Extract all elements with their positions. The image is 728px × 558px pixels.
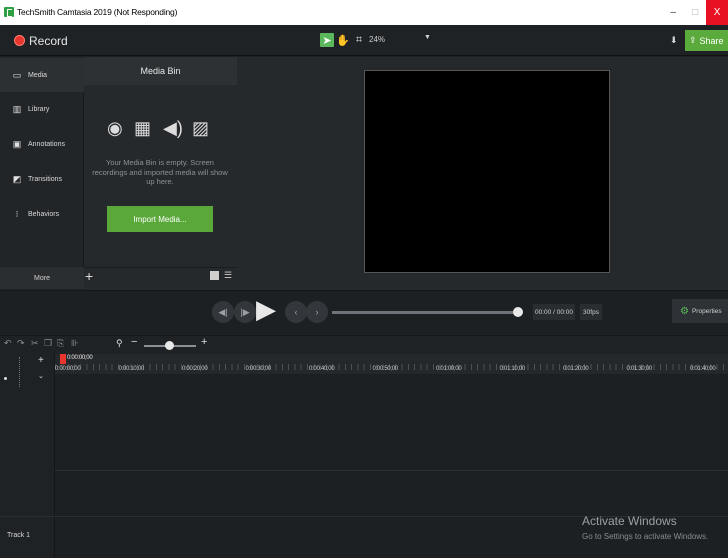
grid-view-icon[interactable] bbox=[210, 271, 219, 280]
track-area[interactable] bbox=[55, 374, 728, 558]
chevron-down-icon[interactable]: ▼ bbox=[424, 34, 431, 41]
behaviors-icon: ⁝ bbox=[15, 208, 19, 219]
properties-label: Properties bbox=[691, 307, 722, 315]
window-title: TechSmith Camtasia 2019 (Not Responding) bbox=[17, 7, 178, 17]
media-icon: ▭ bbox=[12, 69, 22, 80]
zoom-in-icon[interactable]: + bbox=[201, 336, 207, 348]
ruler-tick-label: 0:00:40;00 bbox=[309, 366, 335, 372]
share-label: Share bbox=[699, 35, 724, 46]
track-headers bbox=[0, 354, 55, 558]
ruler-tick-label: 0:01:30;00 bbox=[626, 366, 653, 372]
media-bin-title: Media Bin bbox=[84, 57, 237, 85]
track-label[interactable]: Track 1 bbox=[7, 532, 30, 539]
audio-icon: ◀) bbox=[163, 118, 183, 138]
sidebar-item-annotations[interactable]: ▣ Annotations bbox=[0, 127, 84, 161]
empty-bin-message: Your Media Bin is empty. Screen recordin… bbox=[92, 158, 228, 186]
redo-icon[interactable]: ↷ bbox=[17, 338, 25, 349]
time-display: 00:00 / 00:00 bbox=[533, 304, 575, 320]
paste-icon[interactable]: ⎘ bbox=[57, 338, 64, 349]
record-button[interactable]: Record bbox=[29, 34, 68, 48]
download-icon[interactable]: ⬇ bbox=[670, 35, 678, 46]
annotations-icon: ▣ bbox=[12, 138, 22, 149]
zoom-icon: ⚲ bbox=[116, 338, 123, 348]
ruler-tick-label: 0:01:40;00 bbox=[690, 366, 716, 372]
sidebar-item-label: Media bbox=[28, 71, 48, 79]
camtasia-app-icon bbox=[4, 7, 14, 17]
ruler-tick-label: 0:00:00;00 bbox=[55, 366, 81, 372]
import-media-button[interactable]: Import Media... bbox=[107, 206, 213, 232]
collapse-icon[interactable]: ⌄ bbox=[38, 372, 44, 380]
share-icon: ⇪ bbox=[689, 35, 697, 45]
timeline-zoom-handle[interactable] bbox=[165, 341, 174, 350]
split-icon[interactable]: ⊪ bbox=[71, 338, 79, 349]
sidebar-item-label: Behaviors bbox=[28, 210, 60, 218]
activate-windows-subtitle: Go to Settings to activate Windows. bbox=[582, 532, 709, 541]
close-button[interactable]: X bbox=[706, 0, 728, 25]
gear-icon: ⚙ bbox=[680, 305, 689, 317]
record-media-icon: ◉ bbox=[107, 118, 123, 138]
previous-clip-icon[interactable]: ‹ bbox=[285, 301, 307, 323]
record-icon[interactable] bbox=[14, 35, 25, 46]
camtasia-window: TechSmith Camtasia 2019 (Not Responding)… bbox=[0, 0, 728, 558]
timeline-toolbar bbox=[0, 336, 728, 354]
ruler-tick-label: 0:00:10;00 bbox=[118, 366, 145, 372]
ruler-tick-label: 0:00:20;00 bbox=[182, 366, 208, 372]
ruler-tick-label: 0:01:10;00 bbox=[499, 366, 526, 372]
cut-icon[interactable]: ✂ bbox=[31, 338, 39, 349]
video-icon: ▦ bbox=[134, 118, 152, 138]
undo-icon[interactable]: ↶ bbox=[4, 338, 12, 349]
crop-tool-icon[interactable]: ⌗ bbox=[352, 33, 366, 47]
fps-display[interactable]: 30fps bbox=[580, 304, 602, 320]
properties-button[interactable]: ⚙ Properties bbox=[672, 299, 728, 323]
more-button[interactable]: More bbox=[0, 267, 84, 289]
add-track-icon[interactable]: + bbox=[38, 355, 44, 366]
dot-icon bbox=[4, 377, 7, 380]
scrub-handle[interactable] bbox=[513, 307, 523, 317]
maximize-button[interactable]: □ bbox=[684, 0, 706, 25]
drag-handle[interactable] bbox=[19, 357, 21, 387]
ruler-tick-label: 0:01:00;00 bbox=[436, 366, 462, 372]
pan-tool-icon[interactable]: ✋ bbox=[336, 33, 350, 47]
step-forward-icon[interactable]: |▶ bbox=[234, 301, 256, 323]
sidebar-item-transitions[interactable]: ◩ Transitions bbox=[0, 162, 84, 196]
track-divider bbox=[55, 470, 728, 471]
step-back-icon[interactable]: ◀| bbox=[212, 301, 234, 323]
canvas-preview[interactable] bbox=[364, 70, 610, 273]
zoom-select[interactable]: 24% bbox=[369, 35, 385, 44]
next-clip-icon[interactable]: › bbox=[306, 301, 328, 323]
title-bar: TechSmith Camtasia 2019 (Not Responding)… bbox=[0, 0, 728, 25]
zoom-out-icon[interactable]: − bbox=[131, 336, 137, 348]
track-separator bbox=[0, 516, 55, 517]
add-icon[interactable]: + bbox=[85, 268, 93, 284]
activate-windows-title: Activate Windows bbox=[582, 514, 677, 528]
sidebar-item-library[interactable]: ▥ Library bbox=[0, 92, 84, 126]
library-icon: ▥ bbox=[12, 103, 22, 114]
ruler-tick-label: 0:00:50;00 bbox=[372, 366, 399, 372]
sidebar-item-media[interactable]: ▭ Media bbox=[0, 58, 84, 92]
list-view-icon[interactable]: ☰ bbox=[224, 270, 232, 281]
ruler-tick-label: 0:00:30;00 bbox=[245, 366, 272, 372]
minimize-button[interactable]: – bbox=[662, 0, 684, 25]
sidebar-item-label: Library bbox=[28, 105, 50, 113]
scrub-bar[interactable] bbox=[332, 311, 517, 314]
share-button[interactable]: ⇪ Share bbox=[685, 30, 728, 51]
select-tool-icon[interactable]: ➤ bbox=[320, 33, 334, 47]
transitions-icon: ◩ bbox=[12, 173, 22, 184]
play-icon[interactable]: ▶ bbox=[256, 294, 282, 324]
image-icon: ▨ bbox=[192, 118, 210, 138]
ruler-tick-label: 0:01:20;00 bbox=[563, 366, 589, 372]
sidebar-item-behaviors[interactable]: ⁝ Behaviors bbox=[0, 197, 84, 231]
playhead[interactable] bbox=[60, 354, 66, 364]
playhead-time: 0:00:00;00 bbox=[67, 355, 93, 361]
sidebar-item-label: Annotations bbox=[28, 140, 65, 148]
copy-icon[interactable]: ❐ bbox=[44, 338, 52, 349]
sidebar-item-label: Transitions bbox=[28, 175, 62, 183]
